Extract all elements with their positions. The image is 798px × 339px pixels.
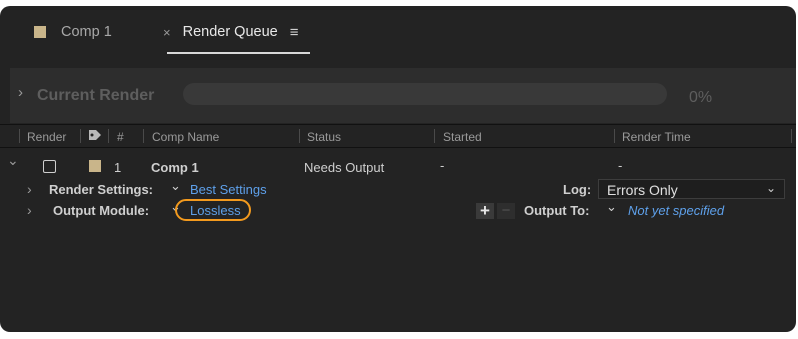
active-tab-indicator: [167, 52, 310, 54]
chevron-down-icon[interactable]: ⌄: [606, 199, 617, 215]
chevron-right-icon[interactable]: ›: [27, 202, 32, 218]
output-to-link[interactable]: Not yet specified: [628, 203, 724, 218]
tab-comp-label: Comp 1: [61, 24, 112, 40]
render-percent: 0%: [689, 89, 713, 106]
render-progress-bar: [183, 83, 667, 105]
current-render-title: Current Render: [37, 87, 155, 104]
chevron-right-icon[interactable]: ›: [27, 181, 32, 197]
queue-item-comp-name[interactable]: Comp 1: [151, 160, 199, 175]
queue-item-number: 1: [114, 160, 122, 175]
column-comp-name[interactable]: Comp Name: [152, 130, 219, 144]
column-status[interactable]: Status: [307, 130, 341, 144]
queue-item-started: -: [440, 158, 445, 173]
tab-render-queue[interactable]: × Render Queue ≡: [163, 22, 298, 42]
tab-comp-1[interactable]: Comp 1: [34, 22, 112, 42]
highlight-ring: [175, 199, 251, 221]
chevron-down-icon: ⌄: [765, 181, 776, 195]
render-settings-link[interactable]: Best Settings: [190, 182, 267, 197]
log-dropdown[interactable]: Errors Only ⌄: [598, 179, 785, 199]
panel-menu-icon[interactable]: ≡: [290, 24, 299, 41]
column-divider: [434, 129, 435, 143]
column-header: Render # Comp Name Status Started Render…: [0, 124, 796, 148]
column-divider: [614, 129, 615, 143]
tag-icon[interactable]: [88, 129, 102, 141]
expand-chevron-icon[interactable]: ⌄: [7, 152, 19, 169]
column-divider: [80, 129, 81, 143]
tab-render-queue-label: Render Queue: [182, 24, 278, 40]
label-color-swatch[interactable]: [89, 160, 101, 172]
column-divider: [299, 129, 300, 143]
column-divider: [791, 129, 792, 143]
log-label: Log:: [563, 182, 592, 197]
column-render-time[interactable]: Render Time: [622, 130, 691, 144]
log-dropdown-value: Errors Only: [607, 182, 678, 198]
queue-item-render-time: -: [618, 158, 623, 173]
column-started[interactable]: Started: [443, 130, 482, 144]
render-settings-label: Render Settings:: [49, 182, 154, 197]
column-number[interactable]: #: [117, 130, 124, 144]
column-divider: [108, 129, 109, 143]
close-icon[interactable]: ×: [163, 25, 171, 40]
column-divider: [19, 129, 20, 143]
column-render[interactable]: Render: [27, 130, 66, 144]
render-queue-panel: Comp 1 × Render Queue ≡ › Current Render…: [0, 6, 796, 332]
comp-color-swatch: [34, 26, 46, 38]
chevron-down-icon[interactable]: ⌄: [170, 178, 181, 194]
output-to-label: Output To:: [524, 203, 590, 218]
column-divider: [143, 129, 144, 143]
queue-item-status: Needs Output: [304, 160, 385, 175]
remove-output-module-button[interactable]: −: [497, 203, 515, 219]
render-checkbox[interactable]: [43, 160, 56, 173]
add-output-module-button[interactable]: +: [476, 202, 494, 219]
output-module-label: Output Module:: [53, 203, 150, 218]
chevron-right-icon[interactable]: ›: [18, 84, 23, 101]
